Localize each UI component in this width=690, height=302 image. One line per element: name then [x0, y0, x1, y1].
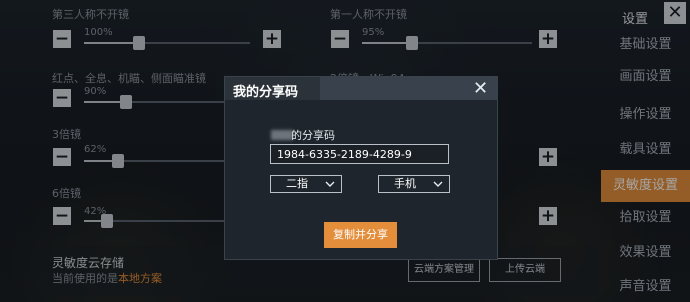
chevron-down-icon [432, 176, 444, 198]
device-select[interactable]: 手机 [378, 175, 450, 193]
share-code-field[interactable]: 1984-6335-2189-4289-9 [270, 144, 449, 164]
dialog-title: 我的分享码 [233, 85, 299, 100]
blurred-player-name [271, 130, 293, 140]
copy-and-share-button[interactable]: 复制并分享 [324, 222, 397, 248]
device-value: 手机 [394, 177, 416, 190]
share-code-dialog: 我的分享码 ✕ 的分享码 1984-6335-2189-4289-9 二指 手机… [224, 76, 498, 260]
chevron-down-icon [324, 176, 336, 198]
share-code-label: 的分享码 [291, 129, 335, 142]
finger-mode-select[interactable]: 二指 [270, 175, 342, 193]
finger-mode-value: 二指 [286, 177, 308, 190]
close-icon[interactable]: ✕ [473, 77, 488, 100]
